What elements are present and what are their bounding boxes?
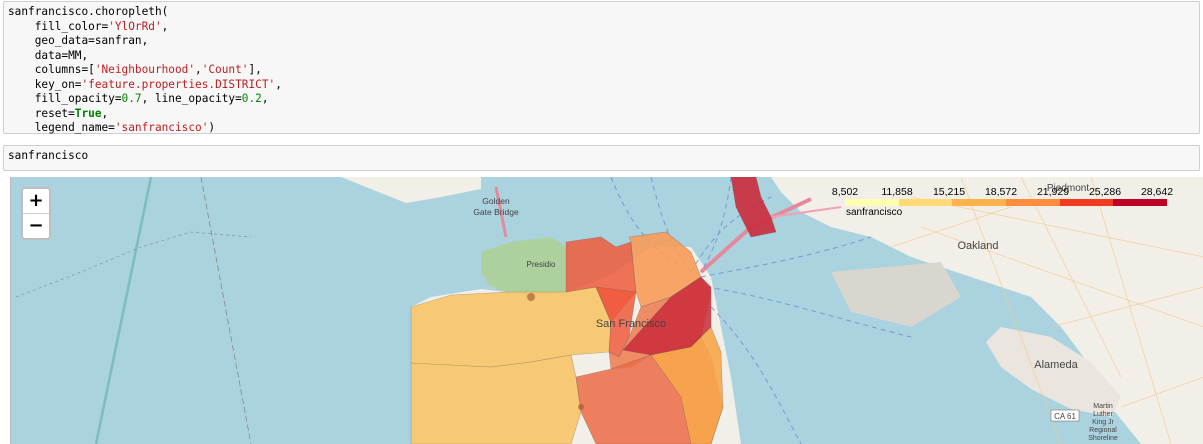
legend-swatch bbox=[898, 199, 953, 206]
legend-tick-label: 25,286 bbox=[1088, 186, 1122, 198]
legend-swatch bbox=[1006, 199, 1060, 206]
legend-swatch bbox=[845, 199, 899, 206]
legend-color-bar bbox=[845, 199, 1168, 206]
code-block[interactable]: sanfrancisco.choropleth( fill_color='YlO… bbox=[8, 5, 282, 136]
zoom-control: + − bbox=[21, 187, 51, 240]
map-legend: 8,502 11,858 15,215 18,572 21,929 25,286 28,64… bbox=[832, 186, 1173, 220]
district-sunset bbox=[410, 354, 582, 444]
martin-label-5: Shoreline bbox=[1088, 435, 1118, 442]
legend-tick-label: 18,572 bbox=[984, 186, 1018, 198]
legend-tick-label: 21,929 bbox=[1036, 186, 1070, 198]
legend-tick-label: 15,215 bbox=[932, 186, 966, 198]
golden-gate-label-2: Gate Bridge bbox=[473, 207, 519, 217]
legend-tick-label: 11,858 bbox=[881, 186, 913, 198]
legend-tick-label: 8,502 bbox=[831, 186, 859, 198]
park-marker bbox=[578, 404, 584, 410]
legend-tick-label: 28,642 bbox=[1140, 186, 1174, 198]
code-cell-2[interactable]: sanfrancisco bbox=[3, 145, 1200, 171]
code-cell[interactable]: sanfrancisco.choropleth( fill_color='YlO… bbox=[3, 1, 1200, 134]
alameda-label: Alameda bbox=[1034, 359, 1078, 371]
oakland-label: Oakland bbox=[958, 240, 999, 252]
code-block-2[interactable]: sanfrancisco bbox=[8, 149, 88, 164]
golden-gate-label: Golden bbox=[482, 196, 510, 206]
legend-swatch bbox=[952, 199, 1007, 206]
martin-label-2: Luther bbox=[1093, 411, 1114, 418]
martin-label-3: King Jr bbox=[1092, 419, 1114, 426]
park-marker bbox=[527, 293, 535, 301]
zoom-in-button[interactable]: + bbox=[23, 189, 49, 213]
legend-swatch bbox=[1059, 199, 1114, 206]
ca61-label: CA 61 bbox=[1054, 412, 1076, 421]
zoom-out-button[interactable]: − bbox=[23, 213, 49, 238]
san-francisco-label: San Francisco bbox=[596, 318, 666, 330]
martin-label: Martin bbox=[1093, 403, 1113, 410]
legend-swatch bbox=[1113, 199, 1168, 206]
presidio-label: Presidio bbox=[527, 260, 556, 269]
legend-title: sanfrancisco bbox=[846, 207, 903, 218]
martin-label-4: Regional bbox=[1089, 427, 1117, 434]
